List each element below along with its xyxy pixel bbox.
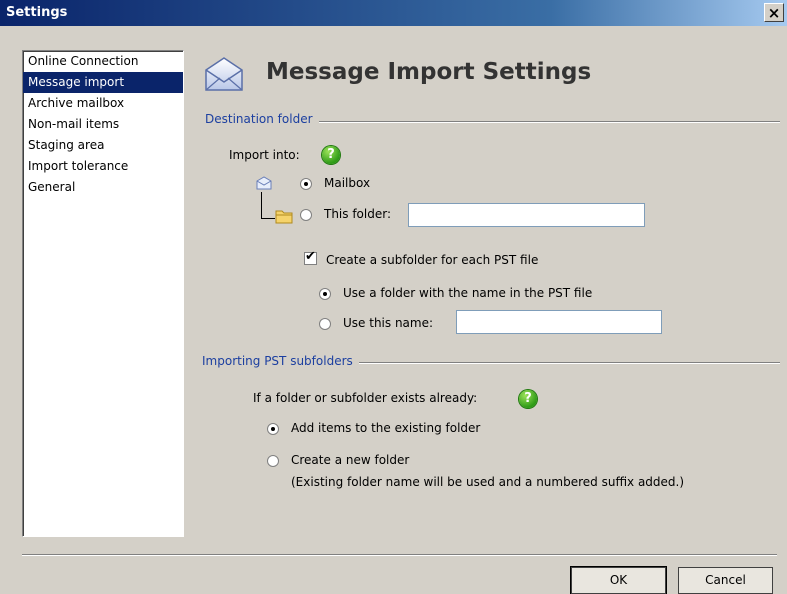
use-pst-name-radio[interactable] <box>319 288 331 300</box>
create-subfolder-label[interactable]: Create a subfolder for each PST file <box>326 253 538 267</box>
envelope-icon <box>202 54 246 97</box>
settings-nav-list[interactable]: Online Connection Message import Archive… <box>22 50 184 537</box>
bottom-divider <box>22 554 777 556</box>
nav-item-general[interactable]: General <box>23 177 183 198</box>
this-folder-label[interactable]: This folder: <box>324 207 391 221</box>
folder-tree-icon <box>275 208 293 227</box>
import-into-label: Import into: <box>229 148 300 162</box>
nav-item-archive-mailbox[interactable]: Archive mailbox <box>23 93 183 114</box>
mailbox-radio-label[interactable]: Mailbox <box>324 176 370 190</box>
tree-connector-vertical <box>261 192 262 218</box>
add-items-label[interactable]: Add items to the existing folder <box>291 421 480 435</box>
create-new-folder-note: (Existing folder name will be used and a… <box>291 475 685 489</box>
nav-item-online-connection[interactable]: Online Connection <box>23 51 183 72</box>
use-this-name-label[interactable]: Use this name: <box>343 316 433 330</box>
ok-button[interactable]: OK <box>570 566 667 594</box>
create-subfolder-checkbox[interactable]: ✔ <box>304 249 317 265</box>
cancel-button[interactable]: Cancel <box>678 567 773 594</box>
nav-item-non-mail-items[interactable]: Non-mail items <box>23 114 183 135</box>
nav-item-import-tolerance[interactable]: Import tolerance <box>23 156 183 177</box>
destination-group-title: Destination folder <box>205 112 319 126</box>
folder-exists-label: If a folder or subfolder exists already: <box>253 391 478 405</box>
use-this-name-input[interactable] <box>456 310 662 334</box>
nav-item-message-import[interactable]: Message import <box>23 72 183 93</box>
folder-exists-help-icon[interactable]: ? <box>519 390 537 408</box>
use-pst-name-label[interactable]: Use a folder with the name in the PST fi… <box>343 286 592 300</box>
mailbox-tree-icon <box>256 176 272 193</box>
checkbox-checkmark-icon: ✔ <box>305 249 316 264</box>
close-button[interactable]: × <box>764 3 784 22</box>
mailbox-radio[interactable] <box>300 178 312 190</box>
nav-item-staging-area[interactable]: Staging area <box>23 135 183 156</box>
import-into-help-icon[interactable]: ? <box>322 146 340 164</box>
title-bar: Settings × <box>0 0 787 26</box>
this-folder-input[interactable] <box>408 203 645 227</box>
use-this-name-radio[interactable] <box>319 318 331 330</box>
page-title: Message Import Settings <box>266 59 592 85</box>
add-items-radio[interactable] <box>267 423 279 435</box>
this-folder-radio[interactable] <box>300 209 312 221</box>
dialog-body: Online Connection Message import Archive… <box>6 26 787 594</box>
create-new-folder-label[interactable]: Create a new folder <box>291 453 409 467</box>
window-title: Settings <box>6 5 68 20</box>
tree-connector-horizontal <box>261 218 275 219</box>
create-new-folder-radio[interactable] <box>267 455 279 467</box>
pst-subfolders-group-title: Importing PST subfolders <box>202 354 359 368</box>
